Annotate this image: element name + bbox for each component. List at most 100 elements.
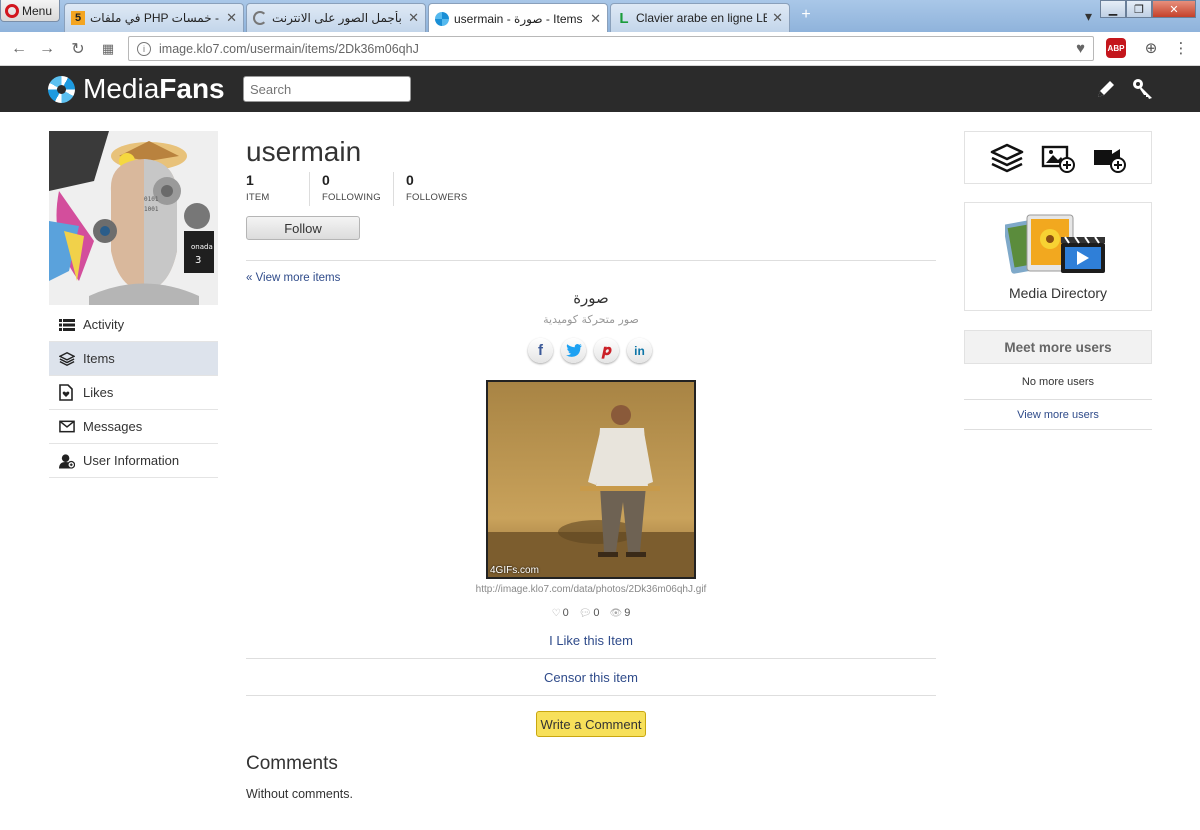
view-more-items-link[interactable]: « View more items <box>246 272 340 284</box>
activity-list-icon <box>59 317 75 333</box>
download-icon[interactable]: ⊕ <box>1140 37 1162 59</box>
divider <box>246 260 936 261</box>
item-description: صور متحركة كوميدية <box>543 313 639 326</box>
media-directory-card[interactable]: Media Directory <box>964 202 1152 311</box>
browser-tab-bar: Menu 5 في ملفات PHP لموقعك - خمسات ✕ است… <box>0 0 1200 33</box>
envelope-icon <box>59 419 75 435</box>
sidebar-item-label: Likes <box>83 385 114 400</box>
mediafans-logo[interactable]: MediaFans <box>48 72 225 106</box>
browser-menu-label: Menu <box>22 3 53 18</box>
browser-tab-active[interactable]: usermain - صورة - Items - ... ✕ <box>428 3 608 33</box>
divider <box>964 399 1152 400</box>
new-tab-plus-icon[interactable]: + <box>797 6 815 24</box>
tab-title: usermain - صورة - Items - ... <box>454 11 585 26</box>
lexilogos-favicon-icon: L <box>619 9 629 27</box>
back-arrow-icon[interactable]: ← <box>8 38 30 60</box>
share-buttons: f 𝒑 in <box>528 338 652 363</box>
twitter-share-icon[interactable] <box>561 338 586 363</box>
sidebar-item-label: Activity <box>83 317 125 332</box>
more-options-icon[interactable]: ⋮ <box>1170 37 1192 59</box>
khamsat-favicon-icon: 5 <box>71 11 85 25</box>
forward-arrow-icon[interactable]: → <box>36 38 58 60</box>
sidebar-item-label: Messages <box>83 419 143 434</box>
stat-value: 0 <box>322 172 330 188</box>
stat-label: ITEM <box>246 192 270 203</box>
add-video-icon[interactable] <box>1092 143 1126 173</box>
browser-menu-button[interactable]: Menu <box>0 0 60 22</box>
stat-items[interactable]: 1 ITEM <box>246 172 310 206</box>
likes-file-icon <box>59 384 75 401</box>
image-url-text: http://image.klo7.com/data/photos/2Dk36m… <box>475 584 707 595</box>
tab-close-icon[interactable]: ✕ <box>408 10 419 26</box>
sidebar-item-items[interactable]: Items <box>49 342 218 376</box>
item-title: صورة <box>573 289 609 307</box>
facebook-share-icon[interactable]: f <box>528 338 553 363</box>
divider <box>964 429 1152 430</box>
divider <box>246 695 936 696</box>
sidebar-item-messages[interactable]: Messages <box>49 410 218 444</box>
url-field[interactable]: i image.klo7.com/usermain/items/2Dk36m06… <box>128 36 1094 61</box>
sidebar-item-likes[interactable]: Likes <box>49 376 218 410</box>
image-watermark: 4GIFs.com <box>490 565 539 576</box>
like-item-link[interactable]: I Like this Item <box>246 633 936 648</box>
tab-close-icon[interactable]: ✕ <box>772 10 783 26</box>
browser-tab[interactable]: 5 في ملفات PHP لموقعك - خمسات ✕ <box>64 3 244 32</box>
tab-title: Clavier arabe en ligne LEXI <box>636 11 767 25</box>
linkedin-share-icon[interactable]: in <box>627 338 652 363</box>
pinterest-share-icon[interactable]: 𝒑 <box>594 338 619 363</box>
site-search-input[interactable] <box>243 76 411 102</box>
opera-logo-icon <box>5 3 19 18</box>
media-directory-label: Media Directory <box>1008 285 1108 301</box>
loading-spinner-icon <box>253 11 267 25</box>
maximize-icon[interactable]: ❐ <box>1126 0 1152 18</box>
window-close-icon[interactable]: ✕ <box>1152 0 1196 18</box>
follow-button[interactable]: Follow <box>246 216 360 240</box>
add-image-icon[interactable] <box>1041 143 1075 173</box>
sidebar-item-label: User Information <box>83 453 180 468</box>
view-more-users-link[interactable]: View more users <box>964 409 1152 421</box>
avatar: onada 3 0101 1001 <box>49 131 218 305</box>
layers-collection-icon[interactable] <box>990 143 1024 173</box>
meet-more-users-heading: Meet more users <box>964 330 1152 364</box>
svg-text:1001: 1001 <box>144 206 159 213</box>
write-comment-button[interactable]: Write a Comment <box>536 711 646 737</box>
tab-title: في ملفات PHP لموقعك - خمسات <box>90 11 221 25</box>
tab-menu-chevron-icon[interactable]: ▾ <box>1085 8 1092 25</box>
comments-count: 💬︎ 0 <box>578 607 600 619</box>
views-count: 👁︎ 9 <box>609 607 631 619</box>
adblock-plus-icon[interactable]: ABP <box>1106 38 1126 58</box>
tab-close-icon[interactable]: ✕ <box>226 10 237 26</box>
comment-bubble-icon: 💬︎ <box>578 608 592 619</box>
item-gif-image[interactable]: 4GIFs.com <box>486 380 696 579</box>
reload-icon[interactable]: ↻ <box>67 38 89 60</box>
stat-label: FOLLOWERS <box>406 192 468 203</box>
censor-item-link[interactable]: Censor this item <box>246 670 936 685</box>
stat-value: 0 <box>406 172 414 188</box>
bookmark-heart-icon[interactable]: ♥ <box>1076 40 1085 57</box>
item-meta: ♡ 0 💬︎ 0 👁︎ 9 <box>246 607 936 619</box>
stat-value: 1 <box>246 172 254 188</box>
window-controls: ▁ ❐ ✕ <box>1100 0 1196 18</box>
upload-toolbar <box>964 131 1152 184</box>
browser-tab[interactable]: L Clavier arabe en ligne LEXI ✕ <box>610 3 790 32</box>
site-info-icon[interactable]: i <box>137 41 151 56</box>
stat-label: FOLLOWING <box>322 192 381 203</box>
tab-title: استمتع بأجمل الصور على الانترنت <box>272 11 403 25</box>
tab-close-icon[interactable]: ✕ <box>590 11 601 27</box>
heart-icon: ♡ <box>551 608 561 619</box>
sidebar-item-user-information[interactable]: User Information <box>49 444 218 478</box>
key-icon[interactable] <box>1130 76 1156 102</box>
pencil-edit-icon[interactable] <box>1093 76 1119 102</box>
browser-address-bar: ← → ↻ ▦ i image.klo7.com/usermain/items/… <box>0 32 1200 66</box>
user-info-icon <box>59 453 75 469</box>
speed-dial-grid-icon[interactable]: ▦ <box>97 38 119 60</box>
sidebar-item-activity[interactable]: Activity <box>49 308 218 342</box>
browser-tab[interactable]: استمتع بأجمل الصور على الانترنت ✕ <box>246 3 426 32</box>
minimize-icon[interactable]: ▁ <box>1100 0 1126 18</box>
aperture-logo-icon <box>48 75 75 103</box>
site-header: MediaFans <box>0 66 1200 112</box>
stat-followers[interactable]: 0 FOLLOWERS <box>406 172 486 206</box>
logo-text: MediaFans <box>83 73 225 104</box>
eye-icon: 👁︎ <box>609 608 623 619</box>
stat-following[interactable]: 0 FOLLOWING <box>322 172 394 206</box>
